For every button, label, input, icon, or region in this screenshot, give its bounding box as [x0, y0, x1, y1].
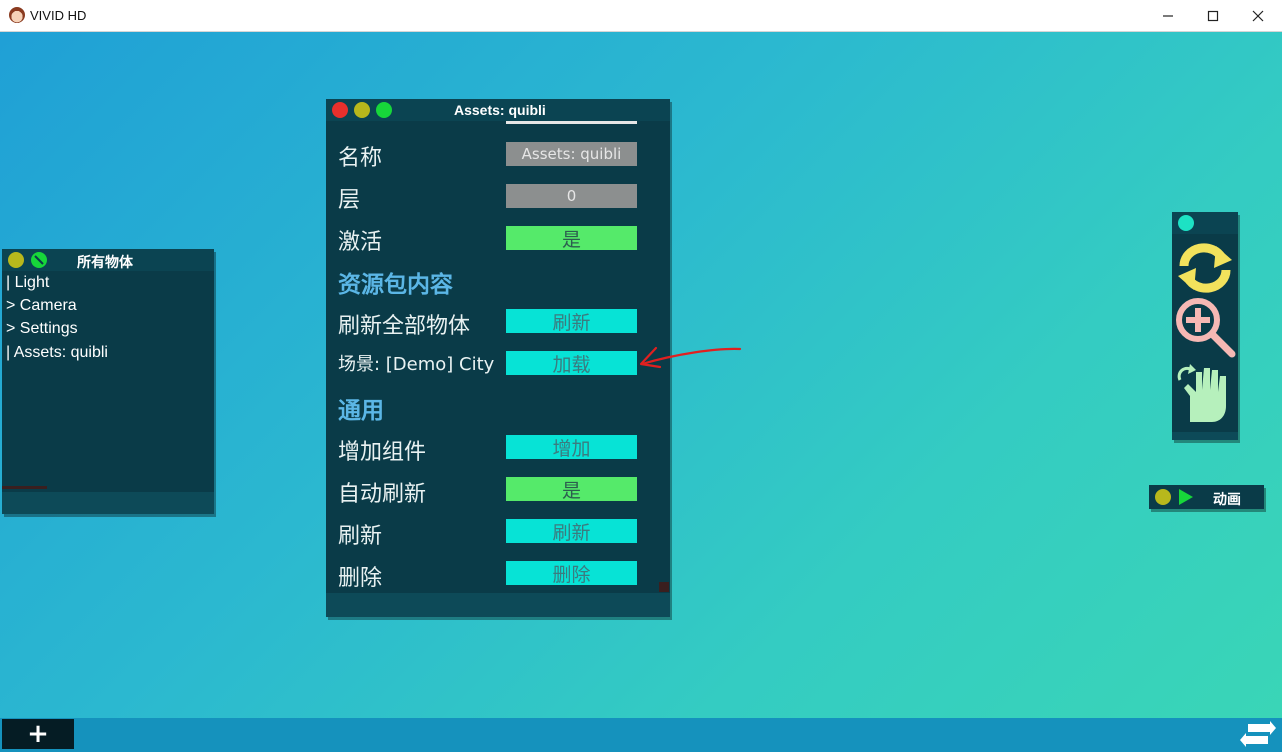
- layer-label: 层: [338, 188, 361, 213]
- slash-icon: [34, 255, 44, 265]
- scrollbar[interactable]: [2, 486, 47, 489]
- rotate-icon[interactable]: [1174, 240, 1236, 294]
- name-label: 名称: [338, 146, 383, 171]
- window-title: VIVID HD: [30, 8, 87, 23]
- hierarchy-item-light[interactable]: | Light: [6, 274, 49, 292]
- app-icon: [9, 7, 25, 23]
- inspector-title: Assets: quibli: [454, 102, 546, 118]
- minimize-button[interactable]: [1145, 0, 1191, 31]
- tool-panel: [1172, 212, 1238, 440]
- active-label: 激活: [338, 230, 383, 255]
- name-field[interactable]: Assets: quibli: [506, 142, 637, 166]
- resize-handle[interactable]: [659, 582, 669, 592]
- active-toggle[interactable]: 是: [506, 226, 637, 251]
- animation-dot-icon[interactable]: [1155, 489, 1171, 505]
- refresh-all-label: 刷新全部物体: [338, 314, 471, 339]
- play-icon[interactable]: [1177, 488, 1195, 506]
- close-dot-icon[interactable]: [332, 102, 348, 118]
- hierarchy-title: 所有物体: [77, 254, 133, 270]
- auto-refresh-toggle[interactable]: 是: [506, 477, 637, 502]
- inspector-header[interactable]: Assets: quibli: [326, 99, 670, 121]
- auto-refresh-label: 自动刷新: [338, 482, 427, 507]
- hierarchy-header[interactable]: 所有物体: [2, 249, 214, 271]
- bottom-bar: [0, 718, 1282, 752]
- swap-icon[interactable]: [1240, 720, 1276, 750]
- tool-panel-footer: [1172, 432, 1238, 440]
- section-general: 通用: [338, 398, 384, 424]
- title-bar: VIVID HD: [0, 0, 1282, 32]
- close-icon: [1252, 10, 1264, 21]
- inspector-panel: Assets: quibli 名称 Assets: quibli 层 0 激活 …: [326, 99, 670, 617]
- maximize-dot-icon[interactable]: [376, 102, 392, 118]
- load-scene-button[interactable]: 加载: [506, 351, 637, 376]
- refresh-all-button[interactable]: 刷新: [506, 309, 637, 334]
- minimize-icon: [1163, 14, 1173, 17]
- delete-label: 删除: [338, 566, 383, 591]
- hierarchy-panel: 所有物体 | Light > Camera > Settings | Asset…: [2, 249, 214, 514]
- hierarchy-item-settings[interactable]: > Settings: [6, 320, 78, 338]
- maximize-button[interactable]: [1190, 0, 1236, 31]
- layer-field[interactable]: 0: [506, 184, 637, 208]
- minimize-dot-icon[interactable]: [8, 252, 24, 268]
- annotation-arrow-icon: [639, 346, 742, 369]
- add-button[interactable]: +: [2, 719, 74, 749]
- hand-rotate-icon[interactable]: [1176, 362, 1236, 424]
- tool-panel-header[interactable]: [1172, 212, 1238, 234]
- no-entry-dot-icon[interactable]: [31, 252, 47, 268]
- add-component-label: 增加组件: [338, 440, 427, 465]
- zoom-in-icon[interactable]: [1174, 296, 1236, 358]
- scene-label: 场景: [Demo] City: [338, 354, 495, 375]
- animation-panel[interactable]: 动画: [1149, 485, 1264, 509]
- close-button[interactable]: [1235, 0, 1281, 31]
- tool-dot-icon[interactable]: [1178, 215, 1194, 231]
- add-component-button[interactable]: 增加: [506, 435, 637, 460]
- scroll-indicator: [506, 121, 637, 124]
- hierarchy-footer: [2, 492, 214, 514]
- minimize-dot-icon[interactable]: [354, 102, 370, 118]
- refresh-button[interactable]: 刷新: [506, 519, 637, 544]
- refresh-label: 刷新: [338, 524, 383, 549]
- hierarchy-item-assets[interactable]: | Assets: quibli: [6, 344, 108, 362]
- maximize-icon: [1207, 10, 1219, 21]
- animation-label: 动画: [1213, 492, 1241, 508]
- inspector-footer: [326, 593, 670, 617]
- section-bundle-content: 资源包内容: [338, 272, 453, 298]
- delete-button[interactable]: 删除: [506, 561, 637, 586]
- hierarchy-item-camera[interactable]: > Camera: [6, 297, 77, 315]
